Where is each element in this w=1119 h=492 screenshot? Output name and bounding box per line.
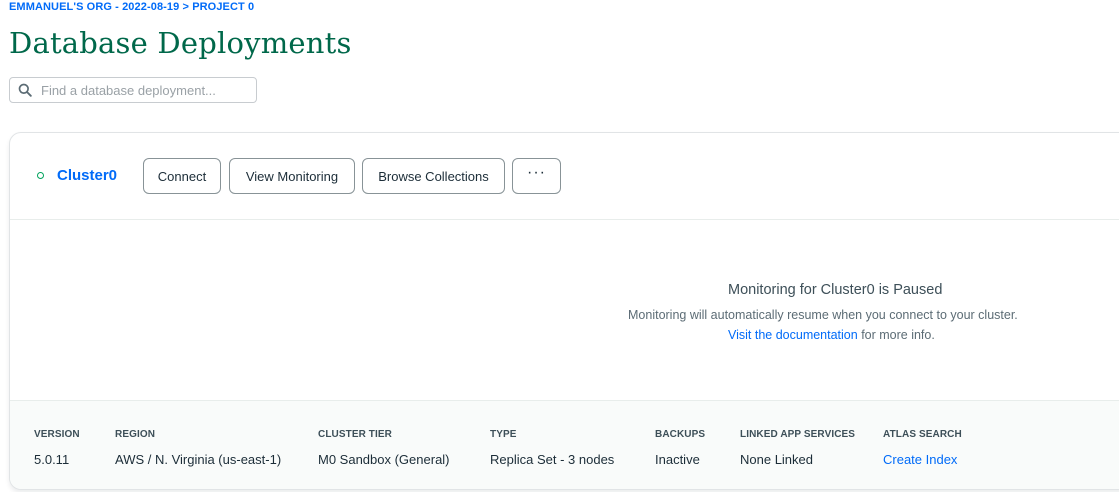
stat-label: VERSION — [34, 429, 80, 440]
cluster-card: Cluster0 Connect View Monitoring Browse … — [9, 132, 1119, 490]
stat-type: TYPE Replica Set - 3 nodes — [490, 429, 614, 467]
stat-cluster-tier: CLUSTER TIER M0 Sandbox (General) — [318, 429, 450, 467]
stat-version: VERSION 5.0.11 — [34, 429, 80, 467]
create-index-link[interactable]: Create Index — [883, 452, 962, 467]
breadcrumb[interactable]: EMMANUEL'S ORG - 2022-08-19 > PROJECT 0 — [9, 1, 254, 13]
cluster-stats-bar: VERSION 5.0.11 REGION AWS / N. Virginia … — [10, 400, 1119, 489]
monitoring-description: Monitoring will automatically resume whe… — [628, 308, 1018, 322]
search-input[interactable] — [41, 82, 256, 98]
search-icon — [18, 83, 32, 97]
search-box[interactable] — [9, 77, 257, 103]
monitoring-info: Visit the documentation for more info. — [728, 328, 935, 342]
stat-label: REGION — [115, 429, 156, 440]
stat-value: M0 Sandbox (General) — [318, 452, 450, 467]
browse-collections-button[interactable]: Browse Collections — [362, 158, 505, 194]
documentation-suffix: for more info. — [857, 328, 935, 342]
cluster-name-link[interactable]: Cluster0 — [57, 167, 117, 184]
stat-backups: BACKUPS Inactive — [655, 429, 705, 467]
stat-region: REGION AWS / N. Virginia (us-east-1) — [115, 429, 281, 467]
stat-atlas-search: ATLAS SEARCH Create Index — [883, 429, 962, 467]
stat-label: ATLAS SEARCH — [883, 429, 962, 440]
stat-label: LINKED APP SERVICES — [740, 429, 856, 440]
stat-label: CLUSTER TIER — [318, 429, 392, 440]
stat-label: BACKUPS — [655, 429, 706, 440]
cluster-status-icon — [37, 172, 44, 179]
stat-value: None Linked — [740, 452, 813, 467]
stat-label: TYPE — [490, 429, 517, 440]
more-options-button[interactable]: ··· — [512, 158, 561, 194]
stat-linked-app-services: LINKED APP SERVICES None Linked — [740, 429, 855, 467]
cluster-card-header: Cluster0 Connect View Monitoring Browse … — [10, 133, 1119, 220]
monitoring-panel: Monitoring for Cluster0 is Paused Monito… — [10, 220, 1119, 400]
stat-value: 5.0.11 — [34, 452, 70, 467]
stat-value: Replica Set - 3 nodes — [490, 452, 615, 467]
documentation-link[interactable]: Visit the documentation — [728, 328, 858, 342]
monitoring-paused-title: Monitoring for Cluster0 is Paused — [728, 282, 943, 298]
page-title: Database Deployments — [9, 26, 352, 60]
view-monitoring-button[interactable]: View Monitoring — [229, 158, 355, 194]
connect-button[interactable]: Connect — [143, 158, 221, 194]
stat-value: AWS / N. Virginia (us-east-1) — [115, 452, 282, 467]
stat-value: Inactive — [655, 452, 700, 467]
